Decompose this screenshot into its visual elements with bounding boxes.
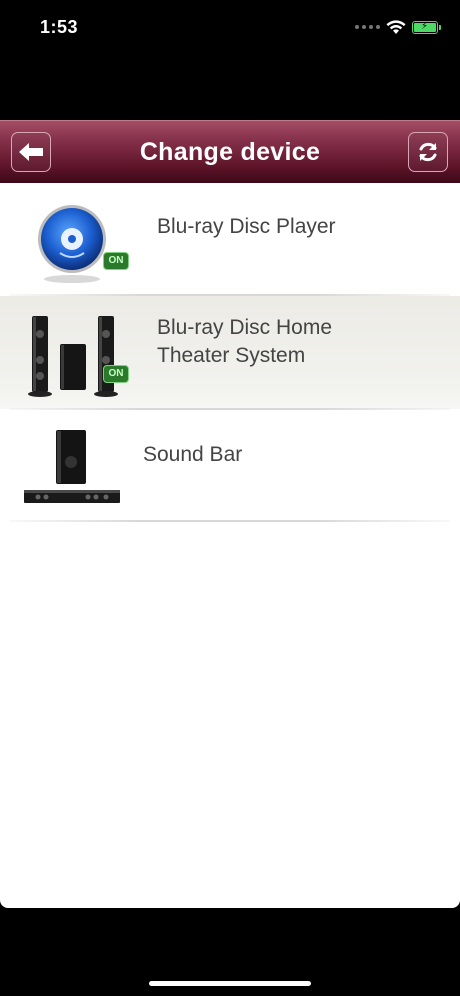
device-label: Sound Bar [143, 443, 243, 466]
home-theater-icon [28, 316, 118, 397]
on-badge: ON [103, 252, 129, 270]
status-time: 1:53 [40, 17, 79, 37]
nav-bar: Change device [0, 120, 460, 184]
signal-icon [355, 25, 380, 29]
bluray-disc-icon [38, 205, 106, 283]
status-icons: ⚡ [355, 16, 441, 38]
device-label: Blu-ray Disc Player [157, 215, 336, 238]
sound-bar-icon [24, 430, 120, 503]
device-row-sound-bar[interactable]: Sound Bar [0, 410, 460, 520]
device-list: ON Blu-ray Disc Player ON Blu-ray Disc H… [0, 183, 460, 908]
device-label: Blu-ray Disc Home Theater System [157, 316, 333, 367]
refresh-icon [419, 142, 437, 162]
device-row-bluray-player[interactable]: ON Blu-ray Disc Player [0, 183, 460, 295]
on-badge: ON [103, 365, 129, 383]
device-row-home-theater[interactable]: ON Blu-ray Disc Home Theater System [0, 296, 460, 409]
row-divider [10, 520, 450, 522]
page-title: Change device [139, 138, 321, 166]
home-indicator[interactable] [149, 981, 311, 986]
battery-icon: ⚡ [412, 20, 441, 34]
status-bar: 1:53 ⚡ [0, 0, 460, 60]
wifi-icon [386, 19, 406, 34]
refresh-button[interactable] [408, 132, 448, 172]
